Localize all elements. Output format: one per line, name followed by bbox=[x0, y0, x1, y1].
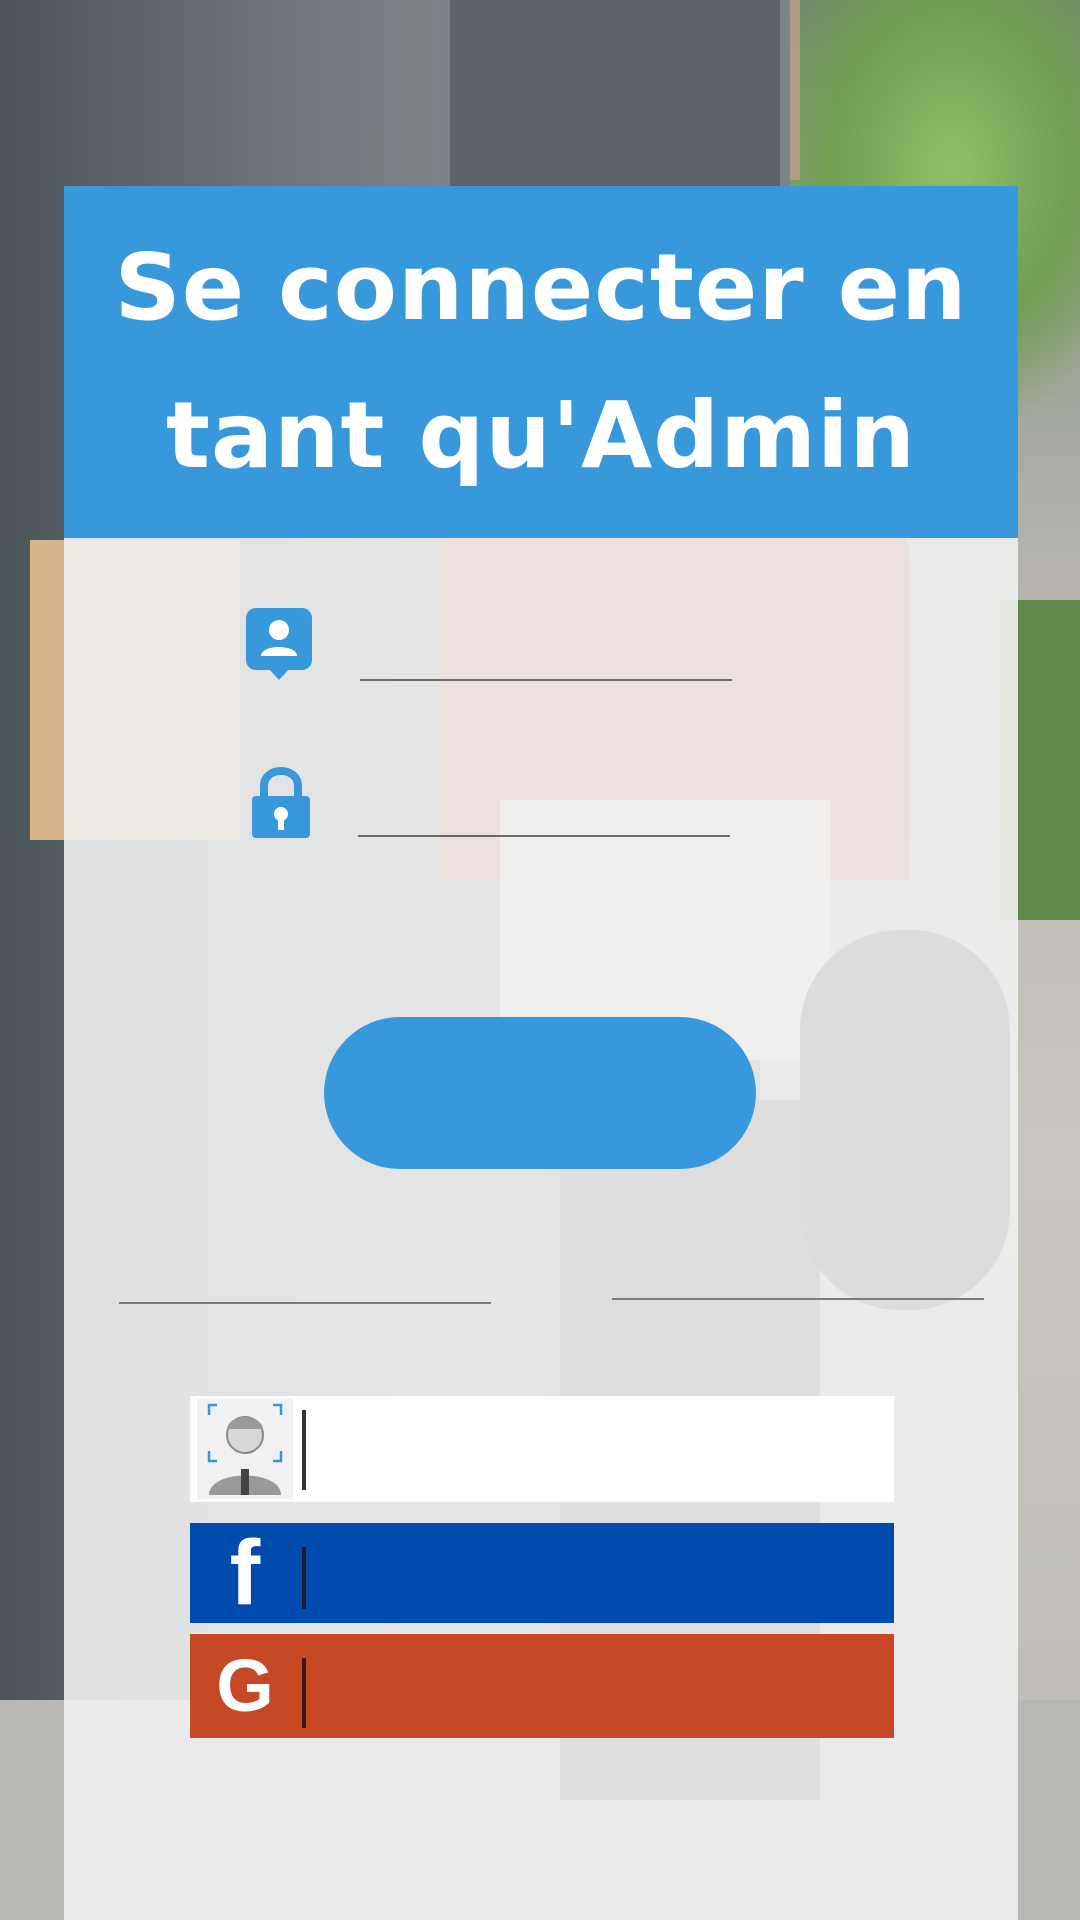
login-button[interactable] bbox=[324, 1017, 756, 1169]
title-line-1: Se connecter en bbox=[114, 234, 968, 341]
face-recognition-icon bbox=[190, 1396, 300, 1502]
google-login-button[interactable]: G bbox=[190, 1634, 894, 1738]
google-separator bbox=[302, 1658, 306, 1728]
login-card: Se connecter en tant qu'Admin Ou bbox=[64, 186, 1018, 1920]
google-glyph: G bbox=[216, 1644, 274, 1727]
face-login-button[interactable] bbox=[190, 1396, 894, 1502]
divider-right bbox=[612, 1298, 984, 1300]
page-title: Se connecter en tant qu'Admin bbox=[91, 214, 991, 510]
user-contact-icon bbox=[244, 606, 314, 686]
google-icon: G bbox=[190, 1634, 300, 1738]
facebook-icon: f bbox=[190, 1523, 300, 1623]
face-separator bbox=[302, 1410, 306, 1490]
username-input[interactable] bbox=[360, 679, 732, 681]
password-input[interactable] bbox=[358, 835, 730, 837]
login-header: Se connecter en tant qu'Admin bbox=[64, 186, 1018, 538]
facebook-separator bbox=[302, 1547, 306, 1609]
facebook-login-button[interactable]: f bbox=[190, 1523, 894, 1623]
divider-left bbox=[119, 1302, 491, 1304]
facebook-glyph: f bbox=[229, 1522, 261, 1624]
title-line-2: tant qu'Admin bbox=[165, 382, 917, 489]
lock-icon bbox=[246, 762, 316, 842]
